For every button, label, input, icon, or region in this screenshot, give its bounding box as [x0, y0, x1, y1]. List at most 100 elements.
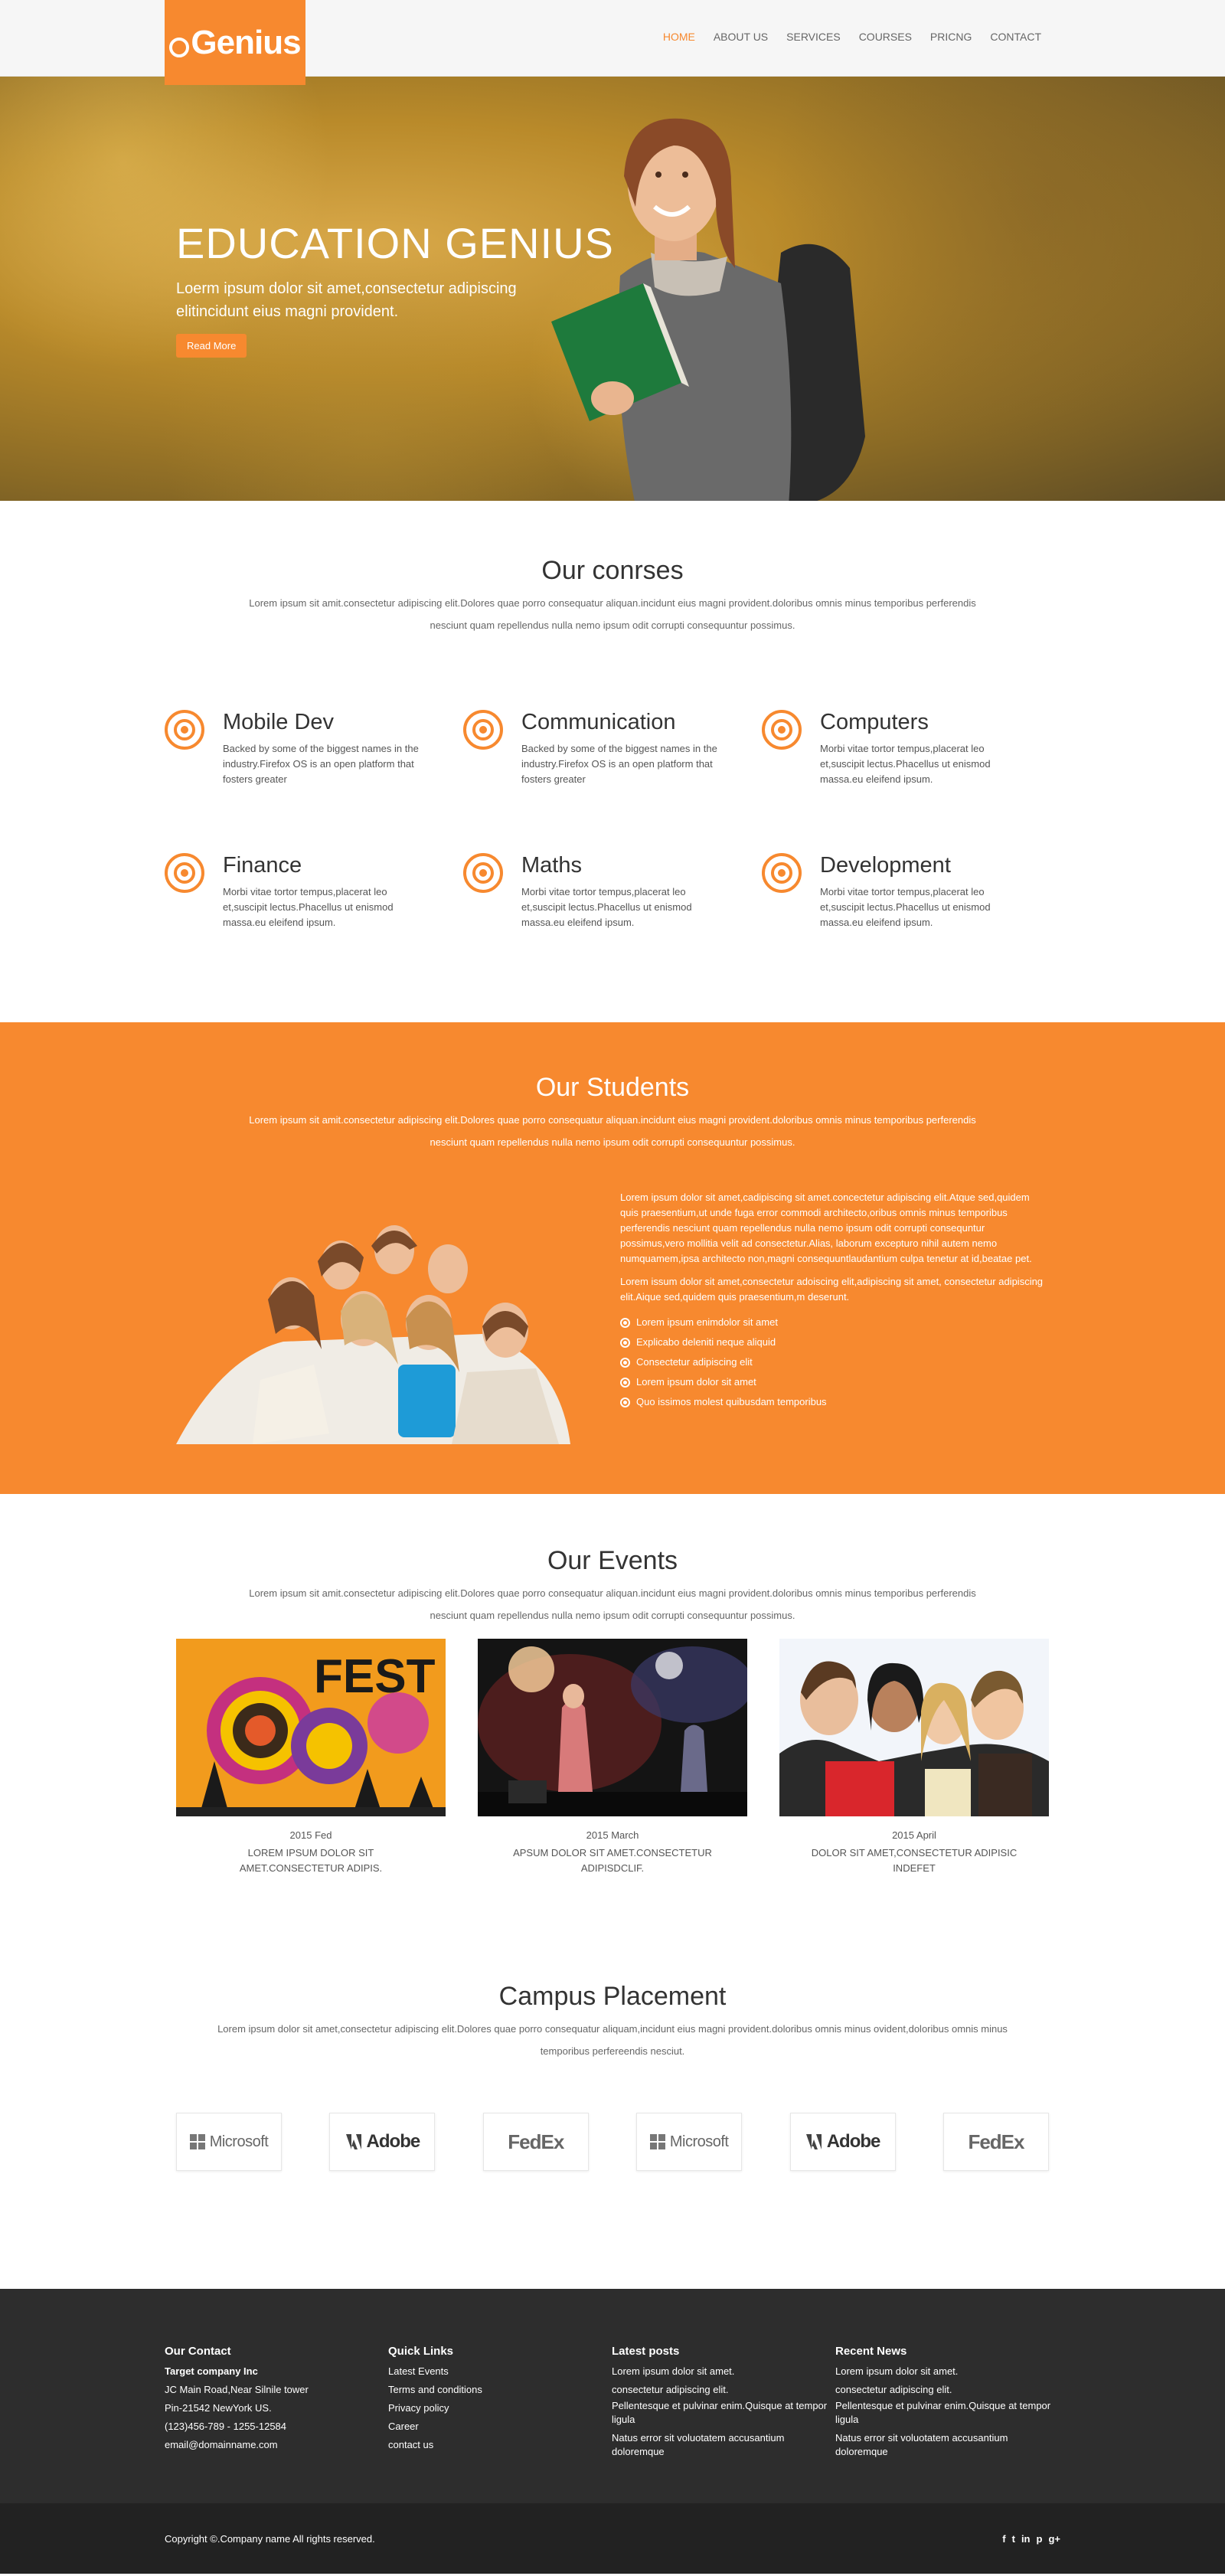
read-more-button[interactable]: Read More — [176, 334, 247, 358]
nav-home[interactable]: HOME — [663, 31, 695, 43]
course-desc: Morbi vitae tortor tempus,placerat leo e… — [820, 886, 991, 928]
course-desc: Backed by some of the biggest names in t… — [223, 743, 419, 785]
event-date: 2015 April — [892, 1829, 936, 1841]
course-item[interactable]: Maths Morbi vitae tortor tempus,placerat… — [463, 853, 762, 930]
course-title: Maths — [521, 853, 582, 878]
address-line: JC Main Road,Near Silnile tower — [165, 2384, 309, 2395]
students-bullets: Lorem ipsum enimdolor sit amet Explicabo… — [620, 1313, 1049, 1412]
target-icon — [165, 710, 204, 750]
course-title: Finance — [223, 853, 302, 878]
nav-about[interactable]: ABOUT US — [714, 31, 768, 43]
post-link[interactable]: Natus error sit voluotatem accusantium d… — [612, 2431, 835, 2459]
nav-services[interactable]: SERVICES — [786, 31, 841, 43]
event-date: 2015 Fed — [289, 1829, 332, 1841]
bullet-icon — [620, 1397, 630, 1407]
events-row: FEST 2015 Fed LOREM IPSUM DOLOR SIT AMET… — [176, 1639, 1049, 1876]
event-fest-image: FEST — [176, 1639, 446, 1816]
course-desc: Morbi vitae tortor tempus,placerat leo e… — [223, 886, 394, 928]
microsoft-logo[interactable]: Microsoft — [176, 2113, 282, 2171]
courses-intro: Lorem ipsum sit amit.consectetur adipisc… — [249, 597, 976, 631]
footer-link[interactable]: Privacy policy — [388, 2399, 612, 2417]
twitter-icon[interactable]: t — [1012, 2533, 1015, 2545]
students-para-2: Lorem issum dolor sit amet,consectetur a… — [620, 1276, 1044, 1303]
course-item[interactable]: Computers Morbi vitae tortor tempus,plac… — [762, 710, 1060, 787]
course-item[interactable]: Development Morbi vitae tortor tempus,pl… — [762, 853, 1060, 930]
fest-text: FEST — [314, 1650, 436, 1703]
lightbulb-icon — [169, 37, 190, 57]
post-link[interactable]: consectetur adipiscing elit. — [612, 2381, 835, 2399]
address-line: Pin-21542 NewYork US. — [165, 2402, 272, 2414]
adobe-icon — [345, 2134, 361, 2149]
list-item: Lorem ipsum enimdolor sit amet — [620, 1313, 1049, 1332]
footer-latest-posts: Latest posts Lorem ipsum dolor sit amet.… — [612, 2342, 835, 2463]
news-link[interactable]: Pellentesque et pulvinar enim.Quisque at… — [835, 2399, 1059, 2427]
course-title: Mobile Dev — [223, 710, 335, 734]
courses-title: Our conrses — [541, 556, 684, 585]
fedex-logo[interactable]: FedEx — [482, 2113, 589, 2171]
bottom-bar: Copyright ©.Company name All rights rese… — [0, 2503, 1225, 2574]
events-section: Our Events Lorem ipsum sit amit.consecte… — [0, 1494, 1225, 1926]
campus-intro: Lorem ipsum dolor sit amet,consectetur a… — [217, 2023, 1008, 2057]
campus-section: Campus Placement Lorem ipsum dolor sit a… — [0, 1926, 1225, 2289]
footer-link[interactable]: Latest Events — [388, 2362, 612, 2381]
target-icon — [762, 710, 802, 750]
linkedin-icon[interactable]: in — [1021, 2533, 1031, 2545]
nav-pricing[interactable]: PRICNG — [930, 31, 972, 43]
nav-contact[interactable]: CONTACT — [990, 31, 1041, 43]
hero-subtitle: Loerm ipsum dolor sit amet,consectetur a… — [176, 280, 517, 320]
microsoft-icon — [649, 2134, 665, 2149]
bullet-icon — [620, 1337, 630, 1348]
course-grid: Mobile Dev Backed by some of the biggest… — [165, 710, 1060, 930]
footer-link[interactable]: Career — [388, 2417, 612, 2436]
site-header: Genius HOME ABOUT US SERVICES COURSES PR… — [0, 0, 1225, 85]
pinterest-icon[interactable]: p — [1037, 2533, 1043, 2545]
target-icon — [762, 853, 802, 893]
adobe-logo[interactable]: Adobe — [329, 2113, 436, 2171]
adobe-icon — [805, 2134, 822, 2149]
hero-content: EDUCATION GENIUS Loerm ipsum dolor sit a… — [176, 218, 614, 358]
students-title: Our Students — [535, 1073, 690, 1102]
news-link[interactable]: Natus error sit voluotatem accusantium d… — [835, 2431, 1059, 2459]
campus-title: Campus Placement — [498, 1982, 727, 2011]
students-section: Our Students Lorem ipsum sit amit.consec… — [0, 1022, 1225, 1494]
bullet-icon — [620, 1317, 630, 1328]
post-link[interactable]: Pellentesque et pulvinar enim.Quisque at… — [612, 2399, 835, 2427]
news-link[interactable]: Lorem ipsum dolor sit amet. — [835, 2362, 1059, 2381]
event-card[interactable]: 2015 April DOLOR SIT AMET,CONSECTETUR AD… — [779, 1639, 1049, 1876]
target-icon — [165, 853, 204, 893]
footer-link[interactable]: Terms and conditions — [388, 2381, 612, 2399]
site-footer: Our Contact Target company Inc JC Main R… — [0, 2289, 1225, 2503]
footer-recent-news: Recent News Lorem ipsum dolor sit amet. … — [835, 2342, 1059, 2463]
list-item: Explicabo deleniti neque aliquid — [620, 1332, 1049, 1352]
partner-logos: Microsoft Adobe FedEx Microsoft Adobe Fe… — [176, 2113, 1049, 2171]
event-card[interactable]: 2015 March APSUM DOLOR SIT AMET.CONSECTE… — [478, 1639, 753, 1876]
course-desc: Backed by some of the biggest names in t… — [521, 743, 717, 785]
adobe-logo[interactable]: Adobe — [789, 2113, 896, 2171]
facebook-icon[interactable]: f — [1002, 2533, 1005, 2545]
course-item[interactable]: Communication Backed by some of the bigg… — [463, 710, 762, 787]
footer-contact-title: Our Contact — [165, 2345, 231, 2358]
bullet-icon — [620, 1357, 630, 1368]
microsoft-logo[interactable]: Microsoft — [636, 2113, 743, 2171]
hero-banner: EDUCATION GENIUS Loerm ipsum dolor sit a… — [0, 77, 1225, 501]
google-plus-icon[interactable]: g+ — [1048, 2533, 1060, 2545]
course-item[interactable]: Mobile Dev Backed by some of the biggest… — [165, 710, 463, 787]
students-intro: Lorem ipsum sit amit.consectetur adipisc… — [249, 1114, 976, 1148]
news-link[interactable]: consectetur adipiscing elit. — [835, 2381, 1059, 2399]
target-icon — [463, 853, 503, 893]
copyright-text: Copyright ©.Company name All rights rese… — [165, 2532, 375, 2545]
event-card[interactable]: FEST 2015 Fed LOREM IPSUM DOLOR SIT AMET… — [176, 1639, 446, 1876]
footer-link[interactable]: contact us — [388, 2436, 612, 2454]
bullet-icon — [620, 1377, 630, 1388]
list-item: Quo issimos molest quibusdam temporibus — [620, 1392, 1049, 1412]
events-title: Our Events — [547, 1546, 678, 1575]
target-icon — [463, 710, 503, 750]
students-group-image — [176, 1225, 570, 1444]
course-item[interactable]: Finance Morbi vitae tortor tempus,placer… — [165, 853, 463, 930]
email[interactable]: email@domainname.com — [165, 2436, 388, 2454]
fedex-logo[interactable]: FedEx — [942, 2113, 1049, 2171]
nav-courses[interactable]: COURSES — [859, 31, 912, 43]
footer-quick-links: Quick Links Latest Events Terms and cond… — [388, 2342, 612, 2463]
post-link[interactable]: Lorem ipsum dolor sit amet. — [612, 2362, 835, 2381]
site-logo[interactable]: Genius — [165, 0, 305, 85]
